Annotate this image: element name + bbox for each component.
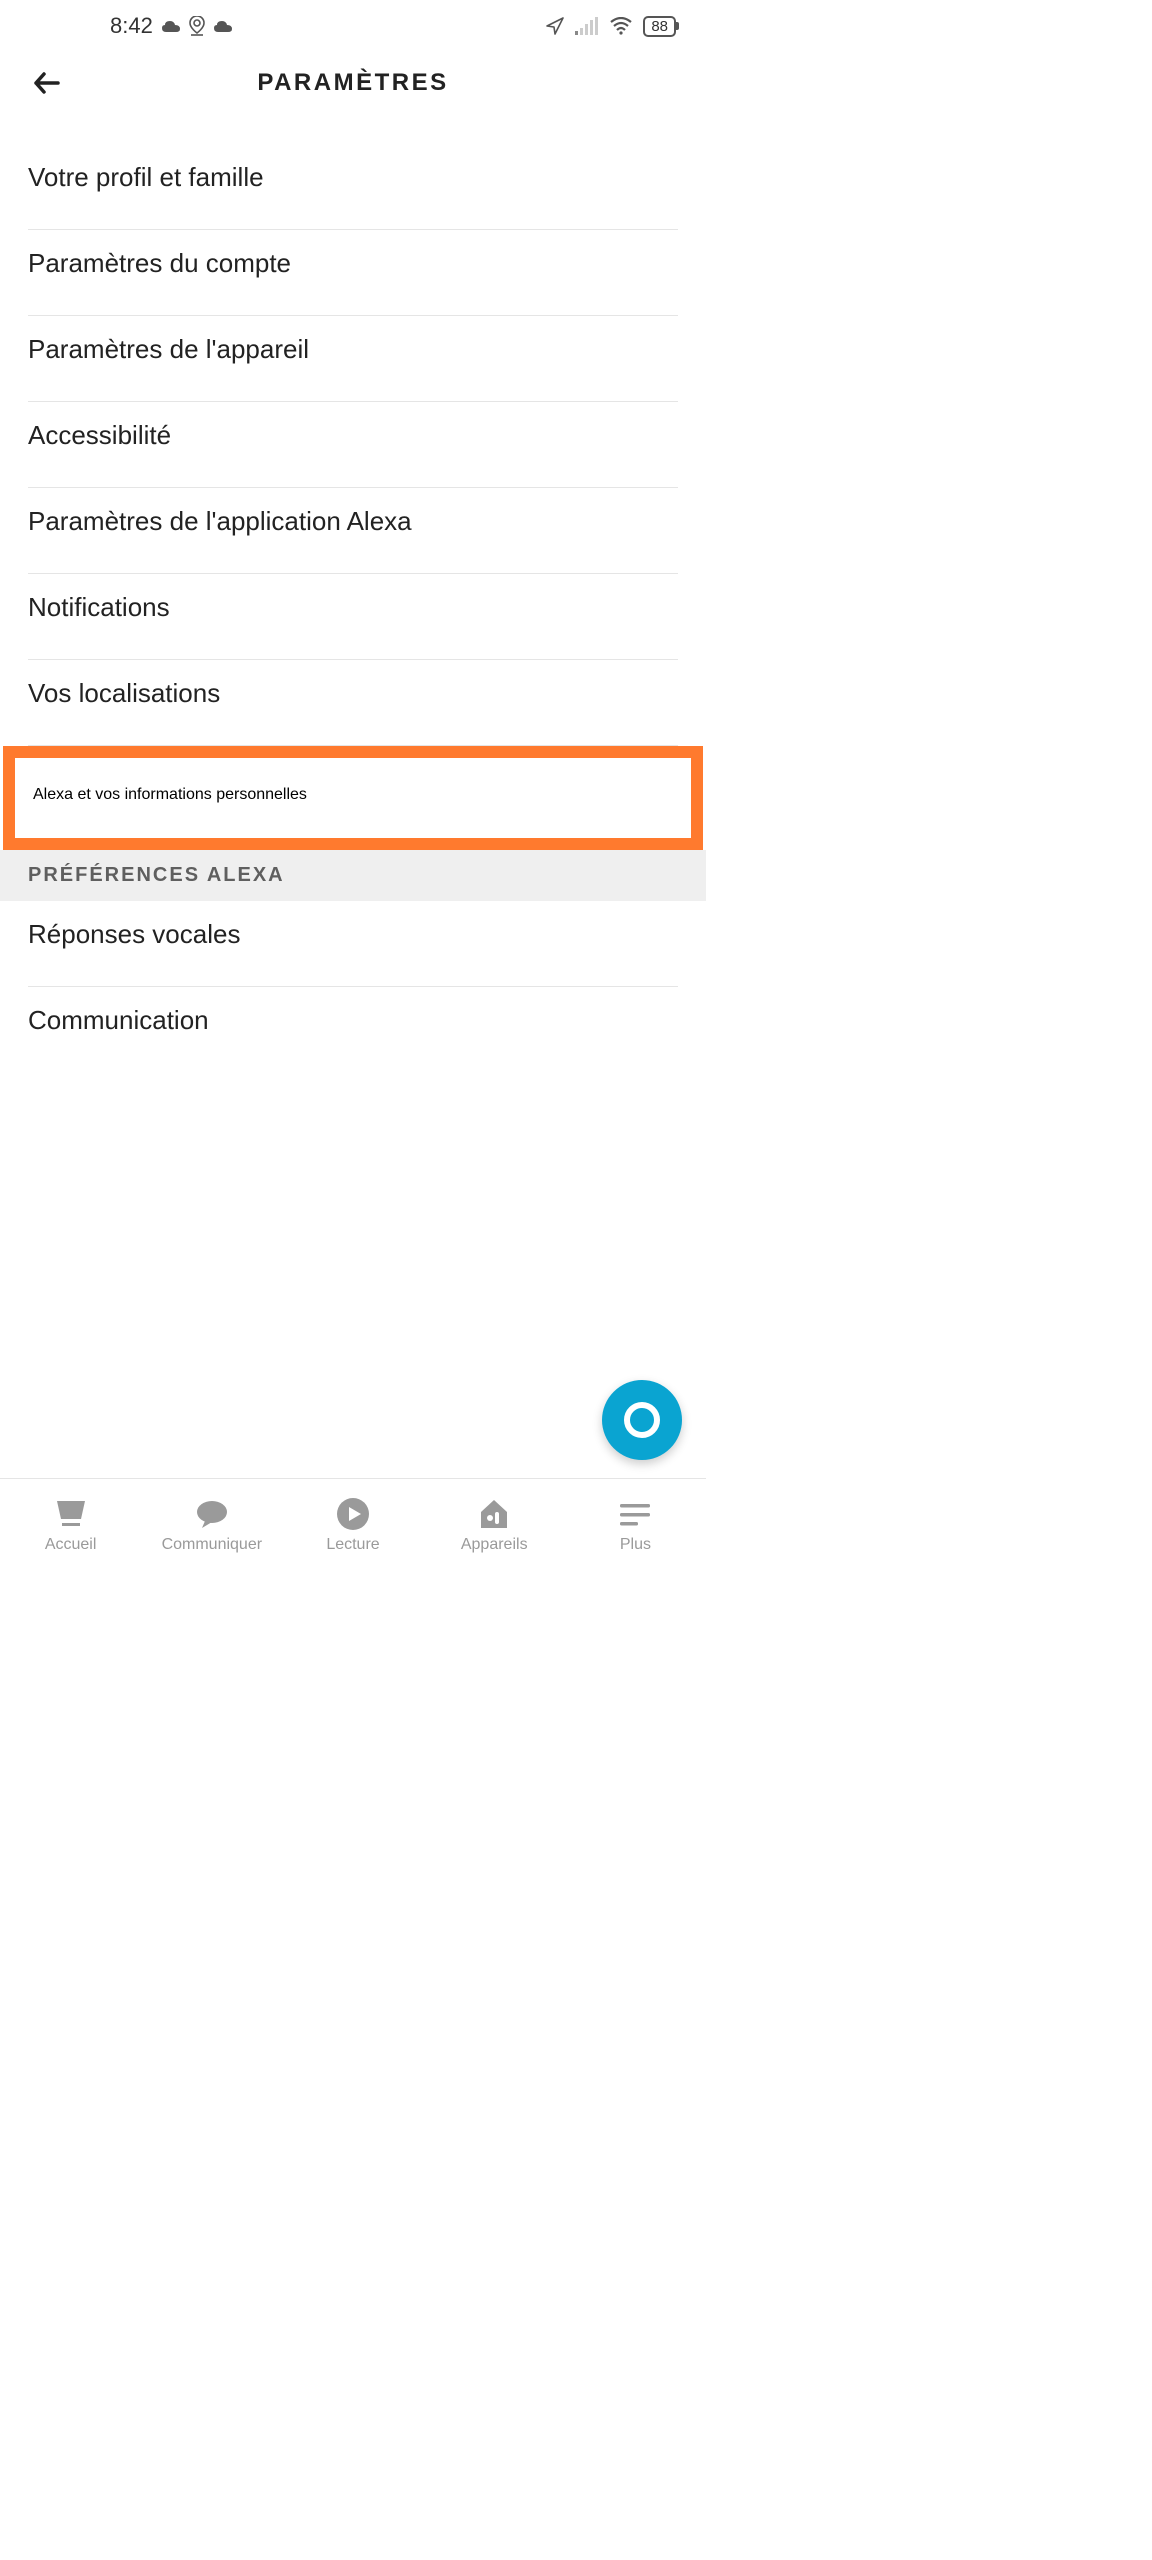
nav-label: Accueil xyxy=(45,1536,97,1554)
back-button[interactable] xyxy=(30,66,64,100)
status-bar: 8:42 88 xyxy=(0,0,706,52)
bottom-nav: Accueil Communiquer Lecture Appareils Pl… xyxy=(0,1478,706,1570)
settings-item-label: Vos localisations xyxy=(28,678,220,708)
nav-devices[interactable]: Appareils xyxy=(424,1479,565,1570)
cloud-icon-2 xyxy=(213,19,233,33)
alexa-fab-button[interactable] xyxy=(602,1380,682,1460)
status-time: 8:42 xyxy=(110,13,153,39)
nav-play[interactable]: Lecture xyxy=(282,1479,423,1570)
section-header-preferences: PRÉFÉRENCES ALEXA xyxy=(0,850,706,901)
settings-item-label: Paramètres de l'appareil xyxy=(28,334,309,364)
battery-level: 88 xyxy=(651,18,668,35)
status-left: 8:42 xyxy=(30,13,233,39)
settings-item-account[interactable]: Paramètres du compte xyxy=(28,230,678,316)
battery-indicator: 88 xyxy=(643,16,676,37)
nav-communicate[interactable]: Communiquer xyxy=(141,1479,282,1570)
settings-item-voice-responses[interactable]: Réponses vocales xyxy=(28,901,678,987)
settings-item-accessibility[interactable]: Accessibilité xyxy=(28,402,678,488)
menu-icon xyxy=(618,1496,652,1532)
settings-item-locations[interactable]: Vos localisations xyxy=(28,660,678,746)
devices-icon xyxy=(477,1496,511,1532)
settings-item-label: Communication xyxy=(28,1005,209,1035)
settings-item-label: Paramètres du compte xyxy=(28,248,291,278)
alexa-ring-icon xyxy=(624,1402,660,1438)
settings-item-label: Réponses vocales xyxy=(28,919,240,949)
nav-label: Appareils xyxy=(461,1536,528,1554)
arrow-left-icon xyxy=(30,66,64,100)
play-icon xyxy=(336,1496,370,1532)
settings-item-label: Notifications xyxy=(28,592,170,622)
nav-label: Communiquer xyxy=(162,1536,262,1554)
location-arrow-icon xyxy=(545,16,565,36)
nav-label: Plus xyxy=(620,1536,651,1554)
status-right: 88 xyxy=(545,16,676,37)
settings-item-label: Paramètres de l'application Alexa xyxy=(28,506,412,536)
app-header: PARAMÈTRES xyxy=(0,52,706,114)
page-title: PARAMÈTRES xyxy=(20,69,686,97)
nav-label: Lecture xyxy=(326,1536,379,1554)
cloud-icon xyxy=(161,19,181,33)
settings-item-label: Alexa et vos informations personnelles xyxy=(33,786,307,803)
chat-icon xyxy=(195,1496,229,1532)
settings-item-device[interactable]: Paramètres de l'appareil xyxy=(28,316,678,402)
signal-icon xyxy=(575,17,599,35)
wifi-icon xyxy=(609,17,633,35)
settings-item-label: Accessibilité xyxy=(28,420,171,450)
home-icon xyxy=(53,1496,89,1532)
nav-home[interactable]: Accueil xyxy=(0,1479,141,1570)
settings-item-profile[interactable]: Votre profil et famille xyxy=(28,144,678,230)
nav-more[interactable]: Plus xyxy=(565,1479,706,1570)
settings-item-privacy[interactable]: Alexa et vos informations personnelles xyxy=(3,746,703,850)
settings-item-notifications[interactable]: Notifications xyxy=(28,574,678,660)
location-pin-icon xyxy=(189,16,205,36)
settings-item-label: Votre profil et famille xyxy=(28,162,264,192)
settings-item-alexa-app[interactable]: Paramètres de l'application Alexa xyxy=(28,488,678,574)
settings-list: Votre profil et famille Paramètres du co… xyxy=(0,114,706,1072)
settings-item-communication[interactable]: Communication xyxy=(28,987,678,1072)
